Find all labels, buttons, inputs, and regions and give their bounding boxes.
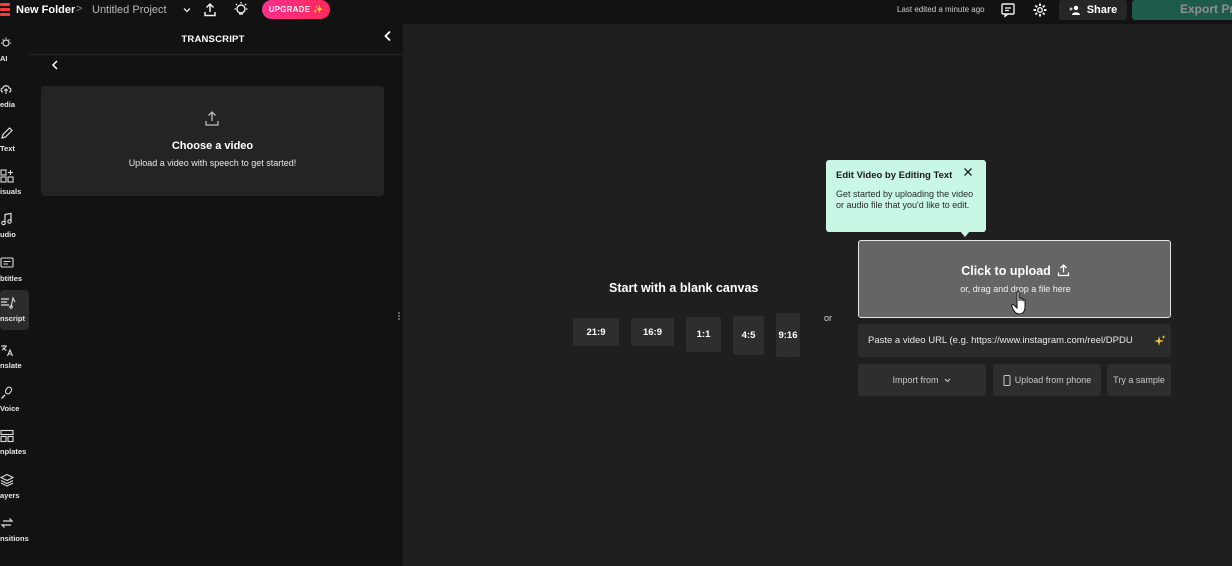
ratio-4-5-button[interactable]: 4:5 — [733, 316, 764, 355]
rail-label: Voice — [0, 404, 20, 413]
panel-divider — [29, 54, 403, 55]
rail-item-ai[interactable]: AI — [0, 30, 29, 70]
sparkle-icon[interactable] — [1152, 334, 1166, 348]
choose-video-subtitle: Upload a video with speech to get starte… — [128, 158, 297, 168]
top-bar: New Folder > Untitled Project UPGRADE ✨ … — [0, 0, 1232, 24]
transcript-icon — [1, 296, 16, 309]
rail-item-subtitles[interactable]: btitles — [0, 250, 29, 290]
rail-item-visuals[interactable]: isuals — [0, 163, 29, 203]
hand-pointer-cursor-icon — [1011, 290, 1026, 315]
try-sample-button[interactable]: Try a sample — [1107, 364, 1171, 396]
back-arrow-icon[interactable] — [48, 58, 62, 72]
choose-video-card[interactable]: Choose a video Upload a video with speec… — [41, 86, 384, 196]
upgrade-label: UPGRADE — [268, 5, 311, 14]
layers-icon — [0, 473, 14, 487]
gear-icon[interactable] — [1032, 2, 1048, 18]
import-from-button[interactable]: Import from — [858, 364, 986, 396]
rail-item-templates[interactable]: nplates — [0, 423, 29, 463]
ratio-1-1-button[interactable]: 1:1 — [686, 317, 721, 352]
phone-icon — [1003, 374, 1011, 386]
blank-canvas-title: Start with a blank canvas — [609, 281, 759, 295]
shapes-icon — [0, 169, 14, 183]
rail-label: ayers — [0, 491, 20, 500]
rail-label: Text — [0, 144, 15, 153]
rail-label: nscript — [0, 314, 26, 323]
templates-icon — [0, 429, 14, 443]
share-label: Share — [1086, 4, 1118, 16]
subtitles-icon — [0, 257, 14, 268]
comment-icon[interactable] — [1000, 2, 1016, 18]
close-icon[interactable] — [962, 166, 974, 178]
upload-icon — [205, 111, 219, 126]
rail-label: nsitions — [0, 534, 29, 543]
breadcrumb-separator-icon: > — [76, 3, 83, 15]
rail-item-text[interactable]: Text — [0, 120, 29, 160]
rail-label: nslate — [0, 361, 22, 370]
panel-resize-handle[interactable] — [398, 312, 401, 324]
upload-from-phone-button[interactable]: Upload from phone — [993, 364, 1101, 396]
ratio-16-9-button[interactable]: 16:9 — [631, 318, 674, 346]
transcript-panel: TRANSCRIPT Choose a video Upload a video… — [29, 24, 403, 566]
cloud-upload-icon — [0, 85, 12, 94]
export-button[interactable]: Export Pr — [1132, 0, 1232, 20]
last-edited-status: Last edited a minute ago — [897, 5, 985, 14]
translate-icon — [1, 345, 14, 357]
rail-item-transitions[interactable]: nsitions — [0, 510, 29, 550]
choose-video-title: Choose a video — [171, 140, 254, 152]
rail-item-layers[interactable]: ayers — [0, 467, 29, 507]
rail-label: udio — [0, 230, 16, 239]
breadcrumb-folder[interactable]: New Folder — [16, 4, 75, 16]
lightbulb-icon[interactable] — [232, 1, 250, 19]
video-url-input[interactable]: Paste a video URL (e.g. https://www.inst… — [858, 324, 1171, 357]
chevron-down-icon[interactable] — [181, 4, 193, 16]
rail-label: edia — [0, 100, 16, 109]
upload-icon — [1057, 264, 1069, 277]
tooltip-arrow — [960, 231, 970, 237]
onboarding-tooltip: Edit Video by Editing Text Get started b… — [826, 160, 986, 232]
rail-label: AI — [0, 54, 8, 63]
sparkle-icon: ✨ — [313, 5, 324, 14]
share-button[interactable]: Share — [1059, 0, 1127, 20]
upload-title: Click to upload — [961, 264, 1051, 278]
rail-item-audio[interactable]: udio — [0, 206, 29, 246]
music-note-icon — [1, 212, 12, 226]
tooltip-title: Edit Video by Editing Text — [836, 170, 953, 181]
ratio-21-9-button[interactable]: 21:9 — [573, 318, 619, 346]
ratio-9-16-button[interactable]: 9:16 — [776, 313, 800, 357]
chevron-down-icon — [944, 378, 950, 382]
rail-item-translate[interactable]: nslate — [0, 337, 29, 377]
upload-from-phone-label: Upload from phone — [1014, 375, 1092, 385]
sparkle-bulb-icon — [1, 37, 12, 47]
tooltip-body: Get started by uploading the video or au… — [836, 189, 974, 210]
rail-label: nplates — [0, 447, 27, 456]
rail-item-transcript[interactable]: nscript — [0, 290, 29, 330]
upload-icon[interactable] — [202, 2, 218, 18]
add-user-icon — [1069, 5, 1080, 15]
microphone-icon — [1, 386, 13, 399]
left-tool-rail: AI edia Text isuals udio btitles nscript… — [0, 24, 29, 566]
rail-item-media[interactable]: edia — [0, 76, 29, 116]
panel-title: TRANSCRIPT — [181, 34, 245, 45]
rail-item-voice[interactable]: Voice — [0, 380, 29, 420]
upload-title-row: Click to upload — [859, 264, 1172, 278]
pen-icon — [1, 127, 13, 139]
project-name[interactable]: Untitled Project — [92, 4, 167, 16]
collapse-panel-icon[interactable] — [381, 29, 395, 43]
rail-label: btitles — [0, 274, 23, 283]
upgrade-button[interactable]: UPGRADE ✨ — [262, 0, 330, 19]
app-logo-icon[interactable] — [0, 3, 10, 19]
or-separator: or — [824, 313, 833, 323]
rail-label: isuals — [0, 187, 22, 196]
transitions-icon — [0, 518, 14, 528]
import-from-label: Import from — [892, 375, 939, 385]
